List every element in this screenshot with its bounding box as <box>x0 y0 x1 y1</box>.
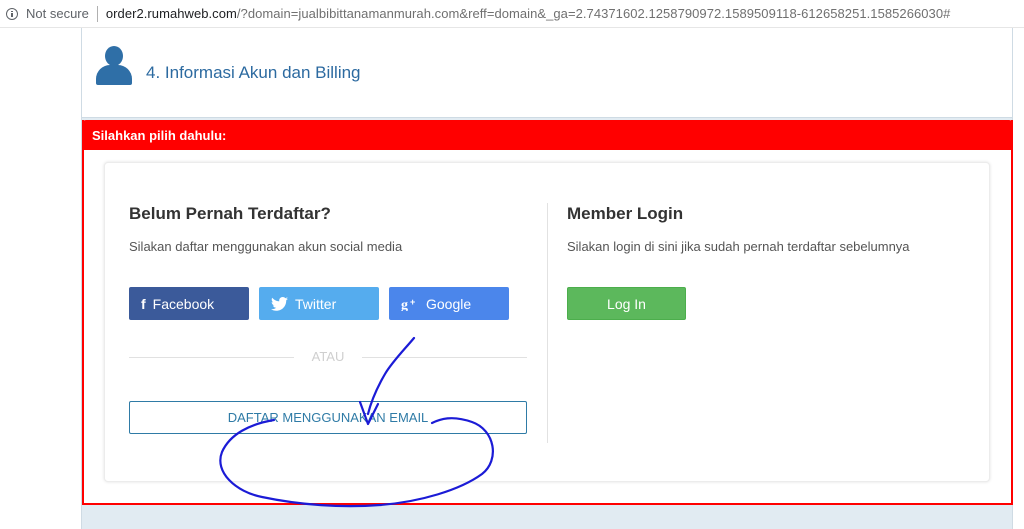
twitter-icon <box>271 296 288 311</box>
svg-text:g: g <box>401 298 408 311</box>
register-column: Belum Pernah Terdaftar? Silakan daftar m… <box>129 163 529 481</box>
browser-address-bar[interactable]: Not secure order2.rumahweb.com/?domain=j… <box>0 0 1024 28</box>
login-subtitle: Silakan login di sini jika sudah pernah … <box>567 239 910 254</box>
or-divider: ATAU <box>129 349 527 365</box>
or-divider-text: ATAU <box>311 349 345 364</box>
user-icon <box>96 46 132 86</box>
selection-panel-heading: Silahkan pilih dahulu: <box>82 120 1013 150</box>
security-label[interactable]: Not secure <box>26 6 89 21</box>
url-rest: /?domain=jualbibittanamanmurah.com&reff=… <box>236 6 951 21</box>
step-header-card: 4. Informasi Akun dan Billing <box>82 28 1012 118</box>
twitter-button[interactable]: Twitter <box>259 287 379 320</box>
facebook-icon: f <box>141 295 146 312</box>
twitter-button-label: Twitter <box>295 295 337 312</box>
facebook-button-label: Facebook <box>152 295 215 312</box>
column-divider <box>547 203 548 443</box>
google-button[interactable]: g + Google <box>389 287 509 320</box>
google-plus-icon: g + <box>401 297 419 311</box>
url-host: order2.rumahweb.com <box>105 6 237 21</box>
login-column: Member Login Silakan login di sini jika … <box>567 163 967 481</box>
register-subtitle: Silakan daftar menggunakan akun social m… <box>129 239 403 254</box>
facebook-button[interactable]: f Facebook <box>129 287 249 320</box>
url-text[interactable]: order2.rumahweb.com/?domain=jualbibittan… <box>106 6 951 21</box>
account-options-card: Belum Pernah Terdaftar? Silakan daftar m… <box>104 162 990 482</box>
login-button[interactable]: Log In <box>567 287 686 320</box>
address-separator <box>96 5 98 22</box>
register-email-button[interactable]: DAFTAR MENGGUNAKAN EMAIL <box>129 401 527 434</box>
step-title: 4. Informasi Akun dan Billing <box>146 63 361 82</box>
svg-text:+: + <box>410 297 415 307</box>
login-title: Member Login <box>567 204 684 223</box>
info-icon[interactable] <box>6 7 18 20</box>
google-button-label: Google <box>426 295 472 312</box>
register-title: Belum Pernah Terdaftar? <box>129 204 331 223</box>
